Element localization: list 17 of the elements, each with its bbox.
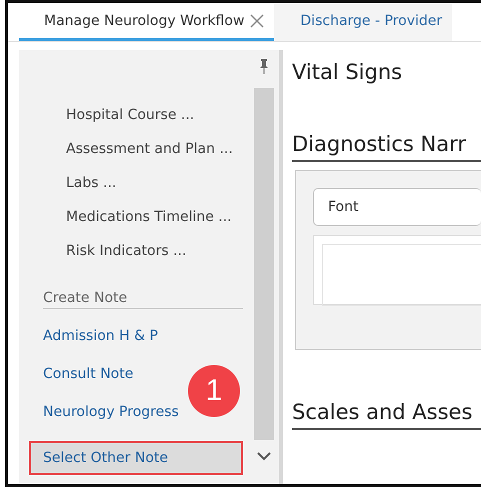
section-heading: Create Note — [43, 290, 243, 309]
nav-link[interactable]: Medications Timeline ... — [66, 206, 249, 228]
nav-link[interactable]: Assessment and Plan ... — [66, 138, 249, 160]
note-link[interactable]: Admission H & P — [43, 317, 249, 355]
nav-link[interactable]: Hospital Course ... — [66, 104, 249, 126]
section-title: Scales and Asses — [292, 390, 481, 430]
nav-link[interactable]: Risk Indicators ... — [66, 240, 249, 262]
close-icon[interactable] — [250, 14, 264, 28]
pin-icon[interactable] — [259, 58, 269, 74]
font-dropdown[interactable]: Font — [313, 188, 481, 226]
chevron-down-icon[interactable] — [257, 451, 271, 461]
nav-link[interactable]: Labs ... — [66, 172, 249, 194]
scrollbar-thumb[interactable] — [254, 88, 274, 440]
tab[interactable]: Discharge - Provider — [274, 3, 452, 41]
section-title: Diagnostics Narr — [292, 122, 481, 162]
section-title: Vital Signs — [292, 59, 404, 84]
note-link[interactable]: Select Other Note — [29, 441, 243, 475]
